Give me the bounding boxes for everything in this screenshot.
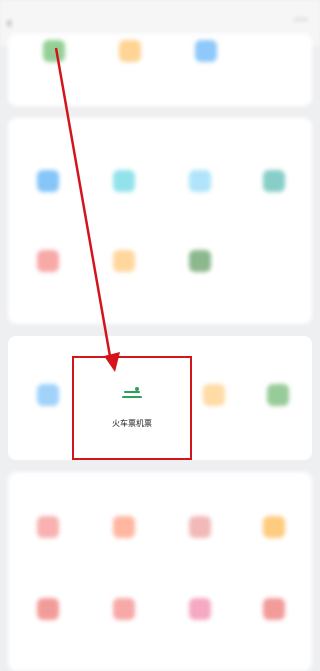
annotation-arrow xyxy=(54,47,120,372)
